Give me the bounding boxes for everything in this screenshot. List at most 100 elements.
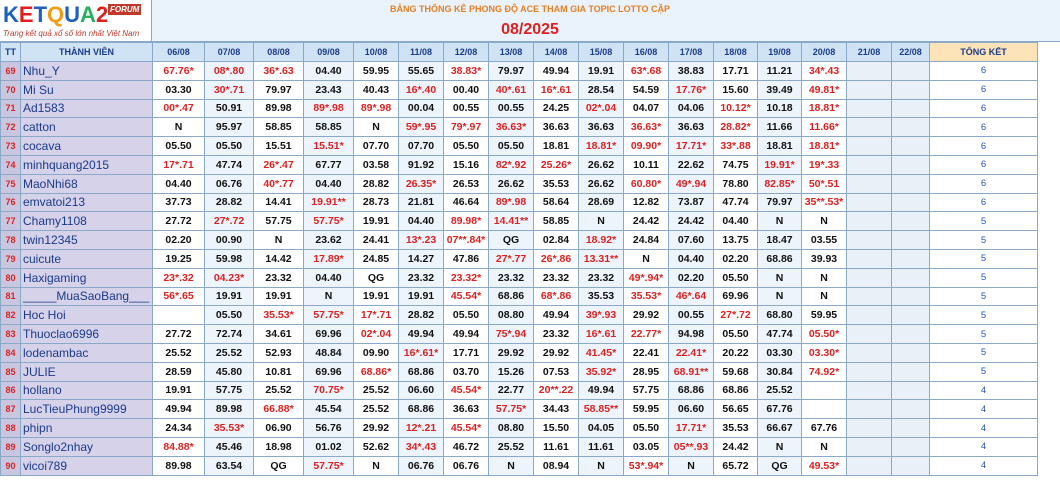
prediction-cell: 34*.43 — [801, 61, 847, 81]
row-number: 89 — [0, 436, 21, 457]
row-number: 82 — [0, 305, 21, 326]
empty-date-cell — [846, 211, 892, 232]
prediction-cell: 12*.21 — [398, 418, 444, 438]
row-number: 90 — [0, 455, 21, 476]
member-name-link[interactable]: cocava — [20, 136, 153, 156]
member-name-link[interactable]: twin12345 — [20, 230, 153, 250]
prediction-cell: 18.47 — [757, 230, 802, 250]
prediction-cell: 34*.43 — [398, 436, 444, 457]
total-cell: 5 — [929, 342, 1038, 363]
prediction-cell: 28.82 — [204, 192, 254, 213]
prediction-cell: 07.53 — [533, 361, 579, 382]
empty-date-cell — [846, 286, 892, 307]
total-cell: 6 — [929, 79, 1038, 100]
member-name-link[interactable]: phipn — [20, 418, 153, 438]
row-number: 75 — [0, 173, 21, 194]
prediction-cell: 08.94 — [533, 455, 579, 476]
prediction-cell: N — [353, 117, 399, 138]
prediction-cell: N — [353, 455, 399, 476]
prediction-cell: 17.89* — [303, 248, 354, 269]
prediction-cell: 06.76 — [204, 173, 254, 194]
prediction-cell: 16*.61* — [398, 342, 444, 363]
prediction-cell: 24.85 — [353, 248, 399, 269]
table-row: 85 JULIE 28.59 45.80 10.81 69.96 68.86* 68.86 03… — [0, 361, 1038, 382]
empty-date-cell — [891, 154, 930, 175]
prediction-cell: 59.95 — [353, 61, 399, 81]
empty-date-cell — [846, 136, 892, 156]
prediction-cell: 10.18 — [757, 98, 802, 119]
member-name-link[interactable]: vicoi789 — [20, 455, 153, 476]
prediction-cell: 46.64 — [443, 192, 489, 213]
prediction-cell: 69.96 — [303, 361, 354, 382]
member-name-link[interactable]: MaoNhi68 — [20, 173, 153, 194]
total-cell: 4 — [929, 455, 1038, 476]
member-name-link[interactable]: _____MuaSaoBang___ — [20, 286, 153, 307]
member-name-link[interactable]: Ad1583 — [20, 98, 153, 119]
prediction-cell: 45.54* — [443, 418, 489, 438]
member-name-link[interactable]: Mi Su — [20, 79, 153, 100]
prediction-cell: 22.41* — [668, 342, 714, 363]
prediction-cell: 26.53 — [443, 173, 489, 194]
member-name-link[interactable]: catton — [20, 117, 153, 138]
prediction-cell: 34.43 — [533, 399, 579, 420]
member-name-link[interactable]: Chamy1108 — [20, 211, 153, 232]
prediction-cell: 04.23* — [204, 267, 254, 288]
prediction-cell: 09.90* — [623, 136, 669, 156]
prediction-cell: N — [578, 455, 624, 476]
member-name-link[interactable]: Haxigaming — [20, 267, 153, 288]
prediction-cell: 02*.04 — [578, 98, 624, 119]
member-name-link[interactable]: emvatoi213 — [20, 192, 153, 213]
prediction-cell: 23.43 — [303, 79, 354, 100]
prediction-cell: 24.34 — [152, 418, 205, 438]
member-name-link[interactable]: lodenambac — [20, 342, 153, 363]
member-name-link[interactable]: hollano — [20, 380, 153, 401]
prediction-cell: 59.68 — [713, 361, 758, 382]
member-name-link[interactable]: Hoc Hoi — [20, 305, 153, 326]
prediction-cell: 26.62 — [578, 154, 624, 175]
prediction-cell: 13.75 — [713, 230, 758, 250]
member-name-link[interactable]: LucTieuPhung9999 — [20, 399, 153, 420]
member-name-link[interactable]: Nhu_Y — [20, 61, 153, 81]
prediction-cell: 89.98 — [152, 455, 205, 476]
member-name-link[interactable]: minhquang2015 — [20, 154, 153, 175]
prediction-cell: 11.61 — [578, 436, 624, 457]
table-row: 72 catton N 95.97 58.85 58.85 N 59*.95 79*.97 36.… — [0, 117, 1038, 138]
member-name-link[interactable]: JULIE — [20, 361, 153, 382]
member-name-link[interactable]: cuicute — [20, 248, 153, 269]
prediction-cell: 19.25 — [152, 248, 205, 269]
empty-date-cell — [846, 361, 892, 382]
site-logo[interactable]: KETQUA2 FORUM Trang kết quả xổ số lớn nh… — [0, 0, 152, 42]
prediction-cell: 05.50 — [204, 305, 254, 326]
prediction-cell: 59.98 — [204, 248, 254, 269]
prediction-cell: N — [757, 267, 802, 288]
empty-date-cell — [891, 61, 930, 81]
prediction-cell: 03.30 — [757, 342, 802, 363]
prediction-cell: 04.40 — [713, 211, 758, 232]
empty-date-cell — [846, 455, 892, 476]
prediction-cell: 70.75* — [303, 380, 354, 401]
prediction-cell: 84.88* — [152, 436, 205, 457]
empty-date-cell — [846, 192, 892, 213]
empty-date-cell — [846, 324, 892, 344]
prediction-cell: N — [253, 230, 304, 250]
prediction-cell: 19.91 — [398, 286, 444, 307]
prediction-cell: 68.86 — [757, 248, 802, 269]
member-name-link[interactable]: Songlo2nhay — [20, 436, 153, 457]
empty-date-cell — [846, 230, 892, 250]
prediction-cell: 28.73 — [353, 192, 399, 213]
prediction-cell: 36.63* — [488, 117, 534, 138]
prediction-cell: 79.97 — [488, 61, 534, 81]
col-header-date: 09/08 — [303, 42, 354, 62]
total-cell: 5 — [929, 324, 1038, 344]
empty-date-cell — [891, 418, 930, 438]
prediction-cell: 68*.86 — [533, 286, 579, 307]
col-header-member: THÀNH VIÊN — [20, 42, 153, 62]
prediction-cell: 00.90 — [204, 230, 254, 250]
prediction-cell: 16*.61 — [578, 324, 624, 344]
prediction-cell: 49.94 — [443, 324, 489, 344]
prediction-cell: 28.59 — [152, 361, 205, 382]
col-header-date: 12/08 — [443, 42, 489, 62]
member-name-link[interactable]: Thuoclao6996 — [20, 324, 153, 344]
prediction-cell: 15.51* — [303, 136, 354, 156]
prediction-cell: 65.72 — [713, 455, 758, 476]
